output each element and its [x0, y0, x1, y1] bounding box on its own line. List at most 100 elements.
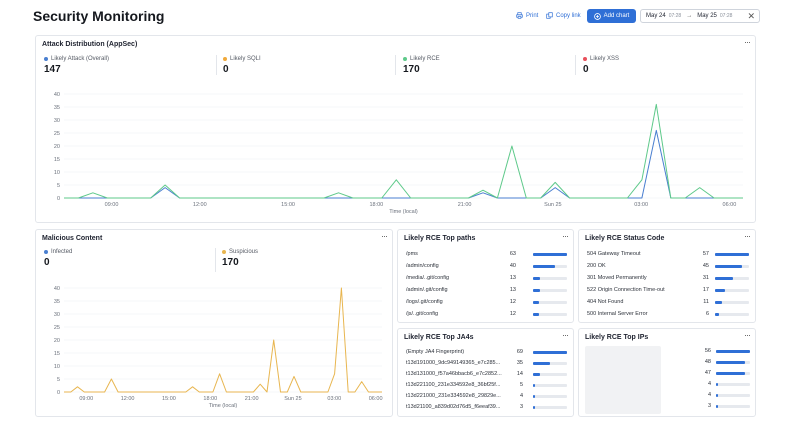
- row-key: 500 Internal Server Error: [587, 311, 648, 317]
- row-count: 35: [516, 360, 523, 366]
- y-tick-label: 35: [54, 299, 60, 305]
- row-bar-track: [533, 406, 567, 409]
- row-bar-fill: [533, 406, 535, 409]
- table-row[interactable]: (Empty JA4 Fingerprint) 69: [398, 347, 573, 358]
- table-row[interactable]: 56: [579, 346, 755, 357]
- row-bar-track: [533, 253, 567, 256]
- row-bar-track: [715, 313, 749, 316]
- top-ips-panel: Likely RCE Top IPs ··· 56 48 47 4 4 3: [578, 328, 756, 417]
- table-row[interactable]: /pms 63: [398, 249, 573, 260]
- legend-dot: [583, 57, 587, 61]
- row-bar-fill: [533, 301, 540, 304]
- metric-label: Likely SQLI: [230, 56, 261, 62]
- add-chart-button[interactable]: Add chart: [587, 9, 636, 23]
- legend-dot: [44, 57, 48, 61]
- table-row[interactable]: 522 Origin Connection Time-out 17: [579, 285, 755, 296]
- row-key: /admin/.git/config: [406, 287, 448, 293]
- table-row[interactable]: 3: [579, 401, 755, 412]
- table-row[interactable]: 500 Internal Server Error 6: [579, 309, 755, 320]
- x-tick-label: 03:00: [327, 396, 341, 402]
- status-code-panel: Likely RCE Status Code ··· 504 Gateway T…: [578, 229, 756, 323]
- panel-menu-button[interactable]: ···: [562, 231, 569, 241]
- table-row[interactable]: 4: [579, 390, 755, 401]
- y-tick-label: 10: [54, 170, 60, 176]
- row-key: t13d131000_f57a46bbacb6_e7c2852...: [406, 371, 502, 377]
- row-bar-fill: [533, 351, 567, 354]
- x-tick-label: 18:00: [369, 202, 383, 208]
- copy-link-button[interactable]: Copy link: [546, 12, 581, 19]
- row-bar-fill: [533, 253, 567, 256]
- row-count: 17: [702, 287, 709, 293]
- print-icon: [516, 12, 523, 19]
- table-row[interactable]: t13d221000_231e334592e8_29829e... 4: [398, 391, 573, 402]
- row-bar-fill: [716, 405, 718, 408]
- row-key: t13d221000_231e334592e8_29829e...: [406, 393, 501, 399]
- row-bar-track: [533, 313, 567, 316]
- table-row[interactable]: 48: [579, 357, 755, 368]
- row-bar-track: [716, 405, 750, 408]
- table-row[interactable]: 404 Not Found 11: [579, 297, 755, 308]
- row-bar-fill: [716, 394, 719, 397]
- x-tick-label: 21:00: [245, 396, 259, 402]
- table-row[interactable]: t13d191000_9dc949149365_e7c285... 35: [398, 358, 573, 369]
- plus-circle-icon: [593, 12, 601, 20]
- clear-date-icon[interactable]: ✕: [747, 11, 755, 22]
- metric-label: Infected: [51, 249, 73, 255]
- table-row[interactable]: 301 Moved Permanently 31: [579, 273, 755, 284]
- table-row[interactable]: 200 OK 45: [579, 261, 755, 272]
- panel-menu-button[interactable]: ···: [381, 231, 388, 241]
- arrow-right-icon: →: [686, 13, 693, 19]
- row-bar-track: [716, 361, 750, 364]
- table-row[interactable]: /media/..git/config 13: [398, 273, 573, 284]
- row-key: 200 OK: [587, 263, 606, 269]
- row-bar-track: [533, 362, 567, 365]
- row-bar-fill: [533, 373, 540, 376]
- x-tick-label: 06:00: [723, 202, 737, 208]
- table-row[interactable]: /js/..git/config 12: [398, 309, 573, 320]
- row-key: 522 Origin Connection Time-out: [587, 287, 665, 293]
- panel-menu-button[interactable]: ···: [744, 231, 751, 241]
- row-bar-fill: [716, 361, 746, 364]
- table-row[interactable]: t13d131000_f57a46bbacb6_e7c2852... 14: [398, 369, 573, 380]
- table-row[interactable]: t13d221100_231e334592e8_36bf25f... 5: [398, 380, 573, 391]
- row-bar-fill: [716, 350, 750, 353]
- panel-menu-button[interactable]: ···: [562, 330, 569, 340]
- panel-menu-button[interactable]: ···: [744, 330, 751, 340]
- row-count: 4: [707, 392, 711, 398]
- row-count: 12: [509, 311, 516, 317]
- table-row[interactable]: /logs/.git/config 12: [398, 297, 573, 308]
- time-to: 07:28: [719, 13, 733, 19]
- panel-menu-button[interactable]: ···: [744, 37, 751, 47]
- row-bar-track: [716, 372, 750, 375]
- row-count: 14: [516, 371, 523, 377]
- row-count: 4: [707, 381, 711, 387]
- x-tick-label: 09:00: [105, 202, 119, 208]
- row-count: 40: [509, 263, 516, 269]
- metric-label: Likely XSS: [590, 56, 620, 62]
- x-tick-label: Sun 25: [544, 202, 561, 208]
- row-bar-fill: [533, 395, 535, 398]
- x-tick-label: 15:00: [162, 396, 176, 402]
- y-tick-label: 30: [54, 312, 60, 318]
- table-row[interactable]: /admin/config 40: [398, 261, 573, 272]
- y-tick-label: 5: [57, 377, 60, 383]
- row-bar-track: [533, 277, 567, 280]
- print-button[interactable]: Print: [516, 12, 538, 19]
- row-bar-track: [533, 351, 567, 354]
- table-row[interactable]: 504 Gateway Timeout 57: [579, 249, 755, 260]
- table-row[interactable]: 47: [579, 368, 755, 379]
- row-count: 45: [702, 263, 709, 269]
- panel-title: Likely RCE Top IPs: [585, 334, 649, 341]
- table-row[interactable]: /admin/.git/config 13: [398, 285, 573, 296]
- date-range-picker[interactable]: May 24 07:28 → May 25 07:28 ✕: [640, 9, 760, 23]
- y-tick-label: 25: [54, 131, 60, 137]
- table-row[interactable]: 4: [579, 379, 755, 390]
- divider: [575, 55, 576, 75]
- panel-title: Likely RCE Top JA4s: [404, 334, 474, 341]
- table-row[interactable]: t13d21100_a839d02d76d5_f6eeaf39... 3: [398, 402, 573, 413]
- row-key: 404 Not Found: [587, 299, 624, 305]
- metric-value: 0: [583, 64, 589, 75]
- x-tick-label: 18:00: [203, 396, 217, 402]
- y-tick-label: 35: [54, 105, 60, 111]
- copy-icon: [546, 12, 553, 19]
